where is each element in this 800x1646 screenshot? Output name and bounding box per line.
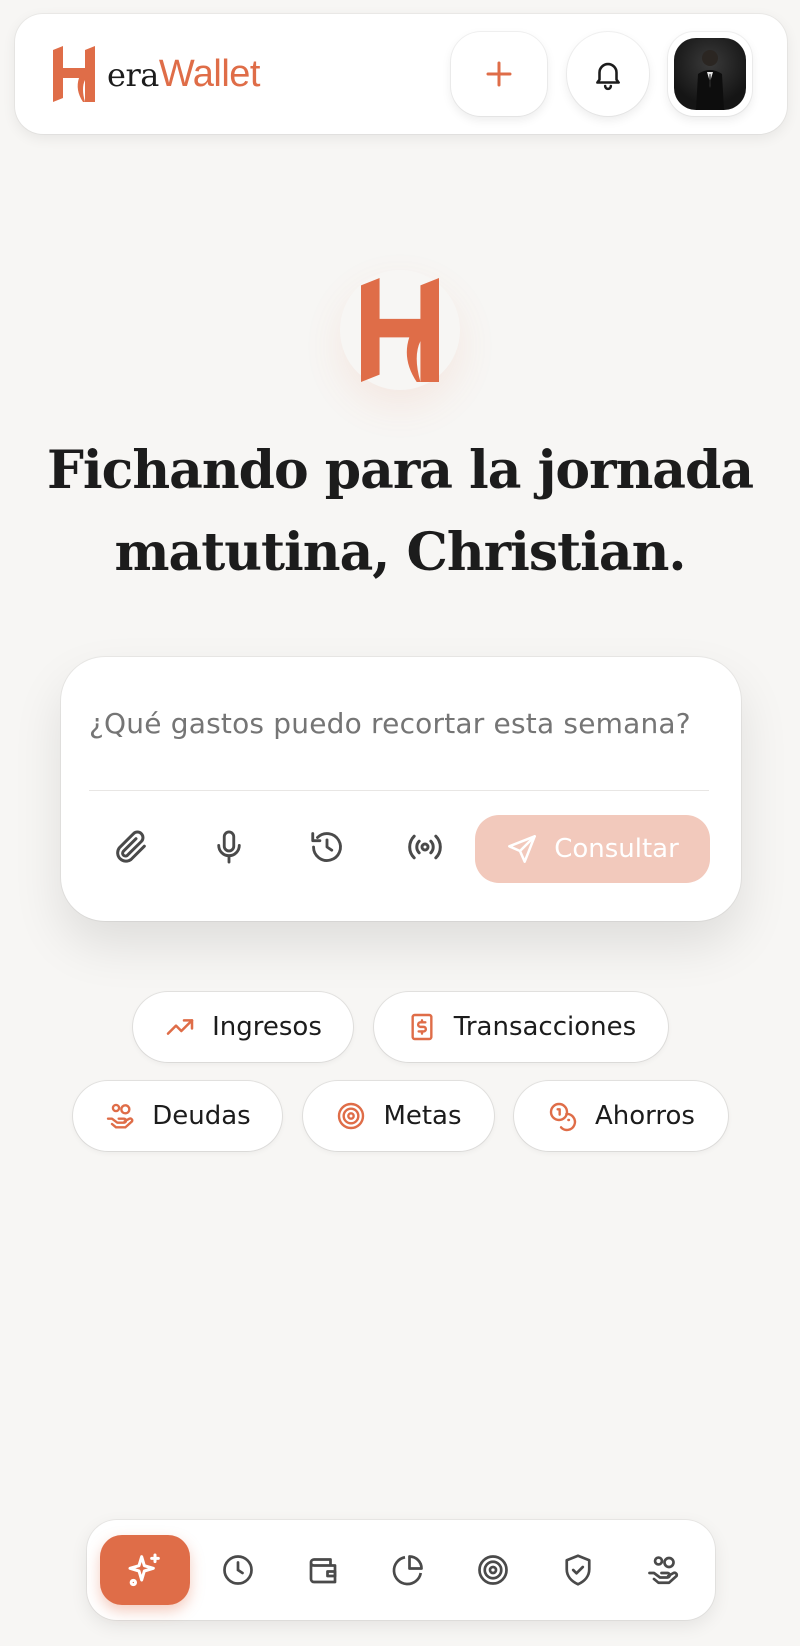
brand-prefix: era	[107, 56, 159, 94]
greeting-title: Fichando para la jornada matutina, Chris…	[46, 440, 754, 583]
person-silhouette-icon	[696, 50, 724, 110]
chip-ingresos[interactable]: Ingresos	[133, 992, 353, 1062]
attach-button[interactable]	[103, 819, 159, 875]
chip-metas[interactable]: Metas	[303, 1081, 494, 1151]
plus-icon	[486, 61, 512, 87]
brand[interactable]: eraWallet	[53, 46, 260, 102]
avatar	[674, 38, 746, 110]
nav-security[interactable]	[544, 1536, 612, 1604]
target-icon	[338, 1102, 365, 1130]
pie-chart-icon	[392, 1555, 423, 1586]
paperclip-icon	[116, 830, 146, 863]
nav-goals[interactable]	[459, 1536, 527, 1604]
hand-coins-icon	[648, 1556, 679, 1585]
add-button[interactable]	[451, 32, 547, 116]
brand-suffix: Wallet	[158, 53, 261, 95]
wallet-icon	[309, 1558, 337, 1584]
history-button[interactable]	[299, 819, 355, 875]
chip-transacciones[interactable]: Transacciones	[374, 992, 668, 1062]
sparkles-icon	[128, 1553, 160, 1587]
chip-ahorros[interactable]: Ahorros	[514, 1081, 728, 1151]
hero-logo	[340, 270, 460, 390]
hand-coins-icon	[107, 1103, 134, 1129]
nav-wallet[interactable]	[289, 1536, 357, 1604]
consult-label: Consultar	[554, 834, 679, 864]
nav-history[interactable]	[204, 1536, 272, 1604]
nav-assistant[interactable]	[100, 1535, 190, 1605]
chip-label: Ingresos	[212, 1012, 322, 1042]
chip-label: Ahorros	[595, 1101, 695, 1131]
dollar-receipt-icon	[411, 1013, 433, 1041]
history-icon	[311, 832, 342, 862]
trending-up-icon	[166, 1019, 194, 1035]
chip-label: Metas	[383, 1101, 462, 1131]
brand-logo-icon	[53, 46, 95, 102]
top-header: eraWallet	[15, 14, 787, 134]
target-icon	[478, 1555, 508, 1585]
bell-icon	[596, 62, 620, 91]
hero-logo-icon	[361, 278, 439, 382]
divider	[89, 790, 709, 791]
live-button[interactable]	[397, 819, 453, 875]
profile-button[interactable]	[668, 32, 752, 116]
send-icon	[508, 835, 537, 863]
nav-debts[interactable]	[629, 1536, 697, 1604]
bottom-navigation	[87, 1520, 715, 1620]
chip-label: Deudas	[152, 1101, 251, 1131]
shield-check-icon	[565, 1554, 591, 1586]
chip-deudas[interactable]: Deudas	[73, 1081, 282, 1151]
microphone-icon	[217, 830, 241, 864]
voice-button[interactable]	[201, 819, 257, 875]
chip-label: Transacciones	[453, 1012, 637, 1042]
coins-icon	[549, 1102, 577, 1132]
consult-button[interactable]: Consultar	[475, 815, 710, 883]
clock-icon	[223, 1555, 253, 1585]
broadcast-icon	[408, 834, 442, 860]
query-input[interactable]	[89, 707, 709, 740]
notifications-button[interactable]	[567, 32, 649, 116]
brand-name: eraWallet	[107, 55, 260, 93]
nav-reports[interactable]	[374, 1536, 442, 1604]
query-card: Consultar	[61, 657, 741, 921]
page: eraWallet Fichando para la jornada matut…	[0, 0, 800, 1646]
